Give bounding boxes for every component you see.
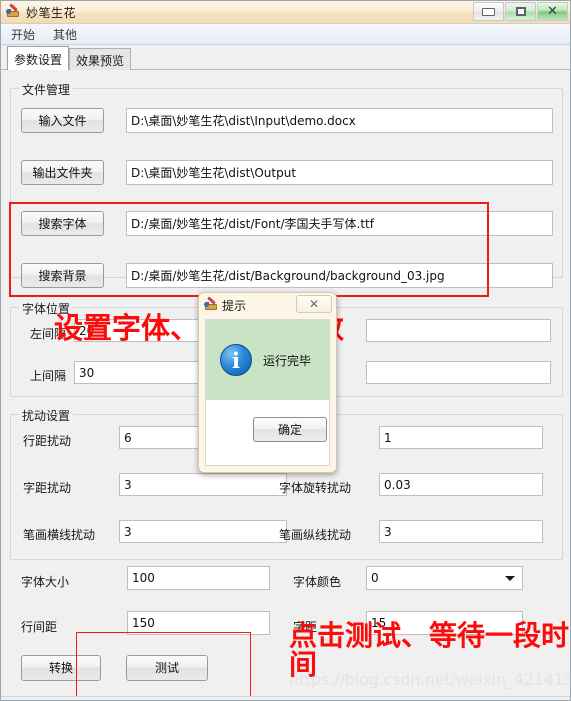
stroke-horizontal-disturbance-label: 笔画横线扰动: [23, 528, 96, 542]
char-spacing-disturbance-label: 字距扰动: [23, 481, 72, 495]
font-position-right-field-2[interactable]: [366, 361, 551, 384]
file-management-title: 文件管理: [19, 81, 74, 98]
search-font-field[interactable]: D:/桌面/妙笔生花/dist/Font/李国夫手写体.ttf: [126, 211, 553, 236]
output-folder-button[interactable]: 输出文件夹: [21, 160, 104, 185]
input-file-button[interactable]: 输入文件: [21, 108, 104, 133]
tab-effect-preview[interactable]: 效果预览: [69, 48, 131, 70]
font-size-field[interactable]: 100: [127, 566, 270, 590]
info-glyph: i: [232, 347, 240, 373]
tab-bar: 参数设置 效果预览: [1, 45, 570, 70]
top-spacing-label: 上间隔: [30, 369, 67, 383]
dialog-ok-button[interactable]: 确定: [253, 417, 327, 442]
menu-item-start[interactable]: 开始: [11, 26, 35, 43]
input-file-field[interactable]: D:\桌面\妙笔生花\dist\Input\demo.docx: [126, 108, 553, 133]
disturbance-title: 扰动设置: [19, 407, 74, 424]
chevron-down-icon: [505, 576, 515, 581]
brush-icon: [5, 3, 21, 20]
stroke-vertical-disturbance-field[interactable]: 3: [379, 520, 543, 543]
search-font-button[interactable]: 搜索字体: [21, 211, 104, 236]
dialog-body: i 运行完毕 确定: [205, 319, 330, 466]
prompt-dialog: 提示 ✕ i 运行完毕 确定: [198, 292, 337, 473]
stroke-horizontal-disturbance-field[interactable]: 3: [119, 520, 287, 543]
close-icon: ✕: [547, 4, 558, 19]
dialog-close-button[interactable]: ✕: [296, 295, 332, 313]
test-button[interactable]: 测试: [126, 655, 208, 681]
minimize-button[interactable]: [473, 2, 504, 21]
tab-parameter-settings[interactable]: 参数设置: [7, 46, 69, 70]
close-button[interactable]: ✕: [537, 2, 568, 21]
close-icon: ✕: [308, 297, 320, 311]
dialog-message-area: i 运行完毕: [206, 320, 329, 400]
font-rotation-disturbance-label: 字体旋转扰动: [279, 481, 352, 495]
font-size-label: 字体大小: [21, 575, 70, 589]
convert-button[interactable]: 转换: [21, 655, 101, 681]
font-color-value: 0: [371, 571, 379, 585]
menu-bar: 开始 其他: [1, 24, 570, 45]
window-controls: ✕: [472, 2, 568, 21]
font-color-select[interactable]: 0: [366, 566, 523, 590]
dialog-title-bar: 提示 ✕: [199, 293, 336, 317]
char-spacing-disturbance-field[interactable]: 3: [119, 473, 287, 496]
line-height-field[interactable]: 150: [127, 611, 270, 635]
output-folder-field[interactable]: D:\桌面\妙笔生花\dist\Output: [126, 160, 553, 185]
line-height-label: 行间距: [21, 620, 58, 634]
annotation-text-bottom: 点击测试、等待一段时 间: [289, 619, 570, 682]
disturbance-row1-right-field[interactable]: 1: [379, 426, 543, 449]
font-color-label: 字体颜色: [293, 575, 342, 589]
maximize-button[interactable]: [505, 2, 536, 21]
window-title: 妙笔生花: [26, 5, 77, 20]
font-rotation-disturbance-field[interactable]: 0.03: [379, 473, 543, 496]
dialog-title: 提示: [222, 298, 247, 313]
title-bar: 妙笔生花 ✕: [1, 1, 570, 24]
brush-icon: [204, 296, 218, 312]
maximize-icon: [515, 7, 526, 16]
menu-item-other[interactable]: 其他: [53, 26, 77, 43]
info-icon: i: [220, 344, 252, 376]
app-window: 妙笔生花 ✕ 开始 其他 参数设置 效果预览 文件管理 输入文件 D:\桌面\妙…: [0, 0, 571, 701]
search-background-field[interactable]: D:/桌面/妙笔生花/dist/Background/background_03…: [126, 263, 553, 288]
minimize-icon: [482, 7, 495, 16]
stroke-vertical-disturbance-label: 笔画纵线扰动: [279, 528, 352, 542]
dialog-message: 运行完毕: [263, 353, 312, 368]
search-background-button[interactable]: 搜索背景: [21, 263, 104, 288]
line-spacing-disturbance-label: 行距扰动: [23, 434, 72, 448]
font-position-right-field-1[interactable]: [366, 319, 551, 342]
status-bar: [1, 696, 570, 700]
